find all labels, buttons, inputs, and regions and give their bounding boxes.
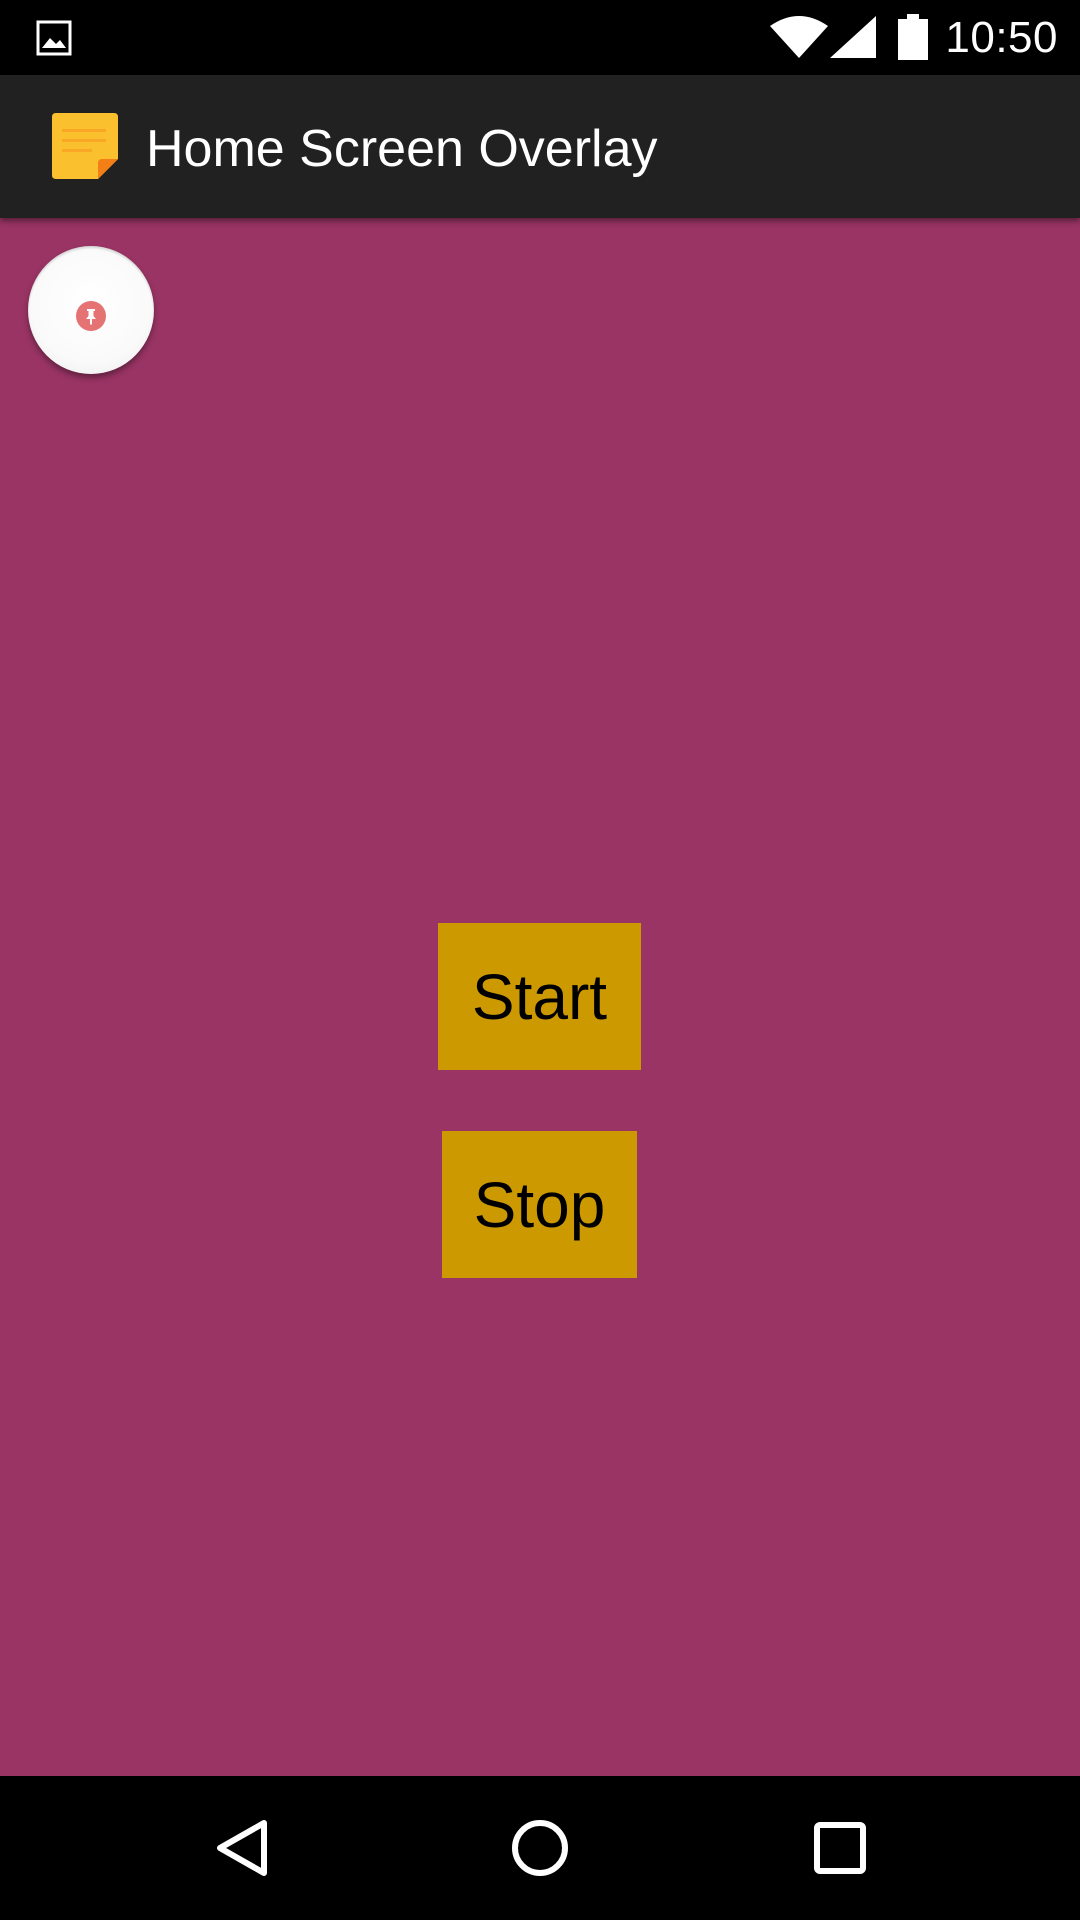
home-button[interactable] [498, 1806, 582, 1890]
app-title: Home Screen Overlay [146, 120, 658, 178]
overlay-bubble[interactable] [28, 246, 154, 374]
pin-icon [76, 301, 106, 331]
cell-signal-icon [830, 16, 876, 58]
home-icon [512, 1820, 568, 1876]
status-time: 10:50 [945, 13, 1058, 62]
start-button[interactable]: Start [438, 923, 641, 1070]
main-content: Start Stop [0, 218, 1080, 1776]
battery-icon [898, 14, 928, 60]
back-icon [217, 1820, 267, 1876]
recents-button[interactable] [798, 1806, 882, 1890]
wifi-icon [770, 16, 828, 58]
gallery-notification-icon [36, 20, 72, 56]
sticky-note-icon [52, 113, 118, 179]
navigation-bar [0, 1776, 1080, 1920]
stop-button[interactable]: Stop [442, 1131, 637, 1278]
app-bar: Home Screen Overlay [0, 75, 1080, 218]
back-button[interactable] [200, 1806, 284, 1890]
status-bar: 10:50 [0, 0, 1080, 75]
recents-icon [814, 1822, 866, 1874]
